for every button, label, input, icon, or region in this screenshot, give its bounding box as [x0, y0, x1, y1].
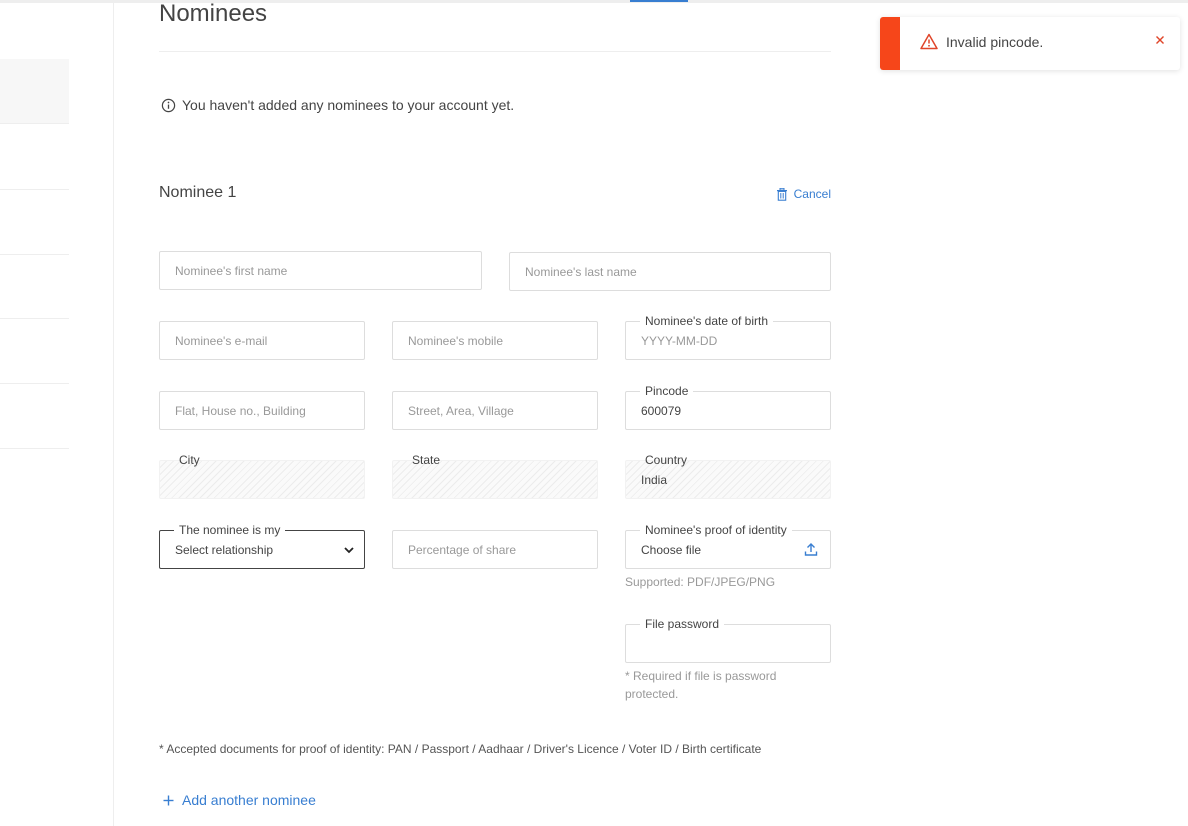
relationship-value: Select relationship [175, 543, 274, 557]
cancel-nominee-button[interactable]: Cancel [776, 187, 831, 201]
file-password-hint-line1: * Required if file is password [625, 669, 777, 683]
address-line2-field[interactable]: Street, Area, Village [392, 391, 598, 430]
sidebar-item[interactable] [0, 190, 69, 255]
sidebar-item[interactable] [0, 319, 69, 384]
pincode-field[interactable]: Pincode 600079 [625, 383, 831, 430]
file-password-hint-line2: protected. [625, 687, 679, 701]
email-field[interactable]: Nominee's e-mail [159, 321, 365, 360]
chevron-down-icon [344, 547, 354, 554]
last-name-placeholder: Nominee's last name [525, 265, 637, 279]
relationship-select[interactable]: The nominee is my Select relationship [159, 522, 365, 569]
dob-placeholder: YYYY-MM-DD [641, 334, 718, 348]
sidebar-item[interactable] [0, 124, 69, 190]
trash-icon [776, 187, 787, 201]
sidebar-item-active[interactable] [0, 59, 69, 124]
proof-format-hint: Supported: PDF/JPEG/PNG [625, 575, 776, 589]
city-label: City [179, 453, 200, 467]
warning-triangle-icon [920, 33, 938, 50]
add-another-nominee-label: Add another nominee [182, 792, 316, 808]
plus-icon [163, 795, 174, 805]
info-circle-icon [161, 98, 176, 112]
address-line2-placeholder: Street, Area, Village [408, 404, 514, 418]
accepted-documents-note: * Accepted documents for proof of identi… [159, 742, 762, 756]
dob-label: Nominee's date of birth [640, 313, 774, 329]
nominee-heading: Nominee 1 [159, 184, 237, 201]
proof-of-identity-label: Nominee's proof of identity [640, 522, 792, 538]
main-content: Nominees You haven't added any nominees … [159, 0, 831, 826]
error-toast: Invalid pincode. [880, 17, 1180, 70]
sidebar-item[interactable] [0, 384, 69, 449]
pincode-label: Pincode [640, 383, 694, 399]
share-percentage-field[interactable]: Percentage of share [392, 530, 598, 569]
first-name-placeholder: Nominee's first name [175, 264, 288, 278]
proof-of-identity-upload[interactable]: Nominee's proof of identity Choose file [625, 522, 831, 569]
pincode-value: 600079 [641, 404, 682, 418]
email-placeholder: Nominee's e-mail [175, 334, 268, 348]
state-label: State [412, 453, 441, 467]
sidebar-item[interactable] [0, 255, 69, 319]
country-value: India [641, 473, 668, 487]
state-field: State [392, 453, 598, 499]
cancel-label: Cancel [793, 187, 831, 201]
file-password-hint: * Required if file is password protected… [625, 667, 831, 703]
empty-state-message: You haven't added any nominees to your a… [161, 97, 514, 113]
country-label: Country [645, 453, 688, 467]
mobile-field[interactable]: Nominee's mobile [392, 321, 598, 360]
close-icon[interactable] [1154, 34, 1166, 46]
address-line1-placeholder: Flat, House no., Building [175, 404, 306, 418]
toast-status-bar [880, 17, 900, 70]
choose-file-label: Choose file [641, 543, 702, 557]
sidebar [0, 0, 114, 826]
address-line1-field[interactable]: Flat, House no., Building [159, 391, 365, 430]
relationship-label: The nominee is my [174, 522, 286, 538]
upload-icon[interactable] [804, 542, 818, 557]
file-password-field[interactable]: File password [625, 616, 831, 663]
empty-state-text: You haven't added any nominees to your a… [182, 97, 515, 113]
first-name-field[interactable]: Nominee's first name [159, 251, 482, 290]
add-another-nominee-button[interactable]: Add another nominee [163, 792, 316, 808]
divider [159, 51, 831, 52]
country-field: Country India [625, 453, 831, 499]
page-title: Nominees [159, 0, 268, 27]
file-password-label: File password [640, 616, 725, 632]
share-percentage-placeholder: Percentage of share [408, 543, 517, 557]
dob-field[interactable]: Nominee's date of birth YYYY-MM-DD [625, 313, 831, 360]
last-name-field[interactable]: Nominee's last name [509, 252, 831, 291]
city-field: City [159, 453, 365, 499]
mobile-placeholder: Nominee's mobile [408, 334, 503, 348]
toast-message: Invalid pincode. [946, 34, 1044, 50]
